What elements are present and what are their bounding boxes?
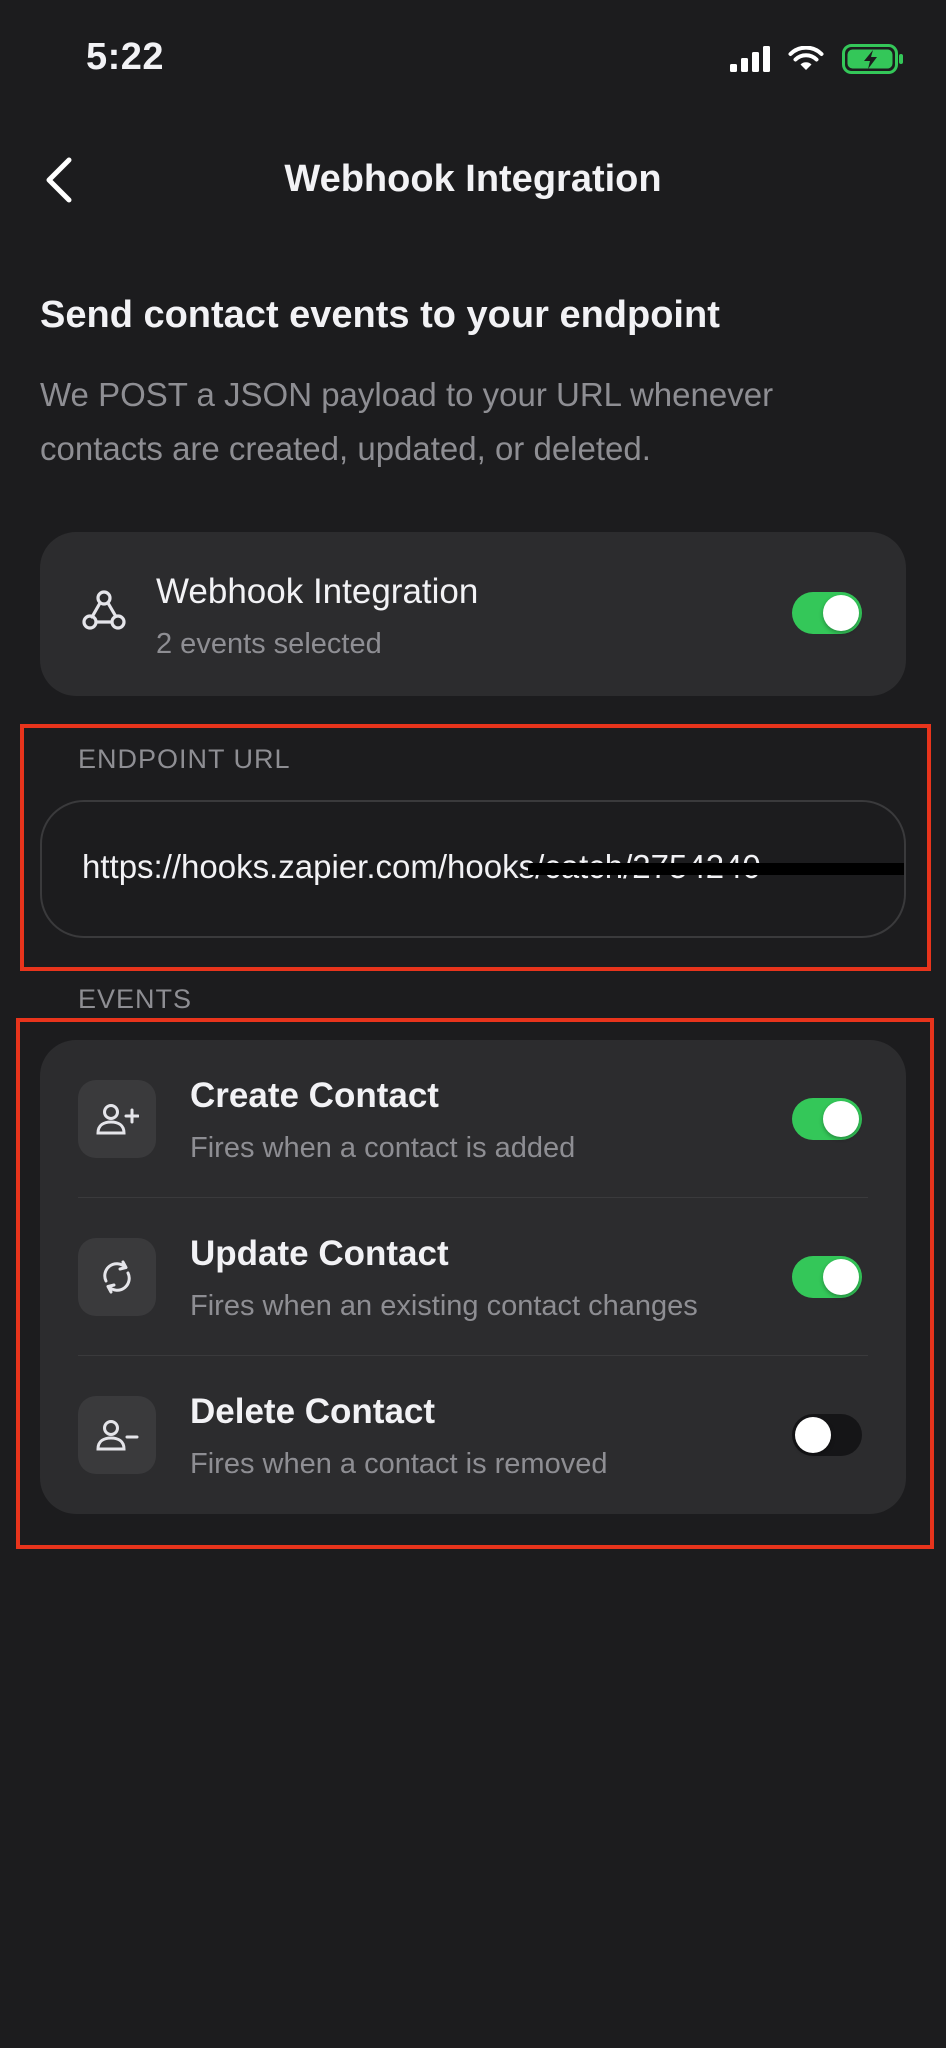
- toggle-knob: [823, 595, 859, 631]
- integration-toggle[interactable]: [792, 592, 862, 634]
- update-contact-toggle[interactable]: [792, 1256, 862, 1298]
- create-contact-toggle[interactable]: [792, 1098, 862, 1140]
- section-description: We POST a JSON payload to your URL whene…: [40, 376, 774, 467]
- cellular-signal-icon: [730, 46, 770, 72]
- event-row-delete-contact[interactable]: Delete Contact Fires when a contact is r…: [40, 1356, 906, 1514]
- nav-bar: Webhook Integration: [0, 140, 946, 220]
- event-row-create-contact[interactable]: Create Contact Fires when a contact is a…: [40, 1040, 906, 1198]
- integration-subtitle: 2 events selected: [156, 628, 382, 660]
- refresh-icon: [103, 1260, 131, 1294]
- toggle-knob: [795, 1417, 831, 1453]
- section-heading: Send contact events to your endpoint: [40, 294, 720, 336]
- status-time: 5:22: [86, 36, 165, 78]
- person-add-icon: [96, 1104, 139, 1135]
- toggle-knob: [823, 1101, 859, 1137]
- events-label: EVENTS: [78, 984, 193, 1014]
- event-icon-box: [78, 1396, 156, 1474]
- event-icon-box: [78, 1080, 156, 1158]
- redaction-mark: [528, 863, 904, 875]
- event-title: Update Contact: [190, 1234, 449, 1273]
- status-icons: [730, 44, 904, 74]
- integration-card: Webhook Integration 2 events selected: [40, 532, 906, 696]
- battery-charging-icon: [842, 44, 903, 74]
- toggle-knob: [823, 1259, 859, 1295]
- event-subtitle: Fires when an existing contact changes: [190, 1290, 698, 1322]
- delete-contact-toggle[interactable]: [792, 1414, 862, 1456]
- integration-title: Webhook Integration: [156, 572, 479, 611]
- event-title: Delete Contact: [190, 1392, 436, 1431]
- event-subtitle: Fires when a contact is removed: [190, 1448, 608, 1480]
- status-bar: 5:22: [0, 0, 946, 110]
- event-icon-box: [78, 1238, 156, 1316]
- page-title: Webhook Integration: [284, 158, 662, 200]
- events-card: Create Contact Fires when a contact is a…: [40, 1040, 906, 1514]
- event-row-update-contact[interactable]: Update Contact Fires when an existing co…: [40, 1198, 906, 1356]
- webhook-icon: [82, 590, 126, 630]
- event-title: Create Contact: [190, 1076, 439, 1115]
- endpoint-url-input[interactable]: https://hooks.zapier.com/hooks/catch/275…: [40, 800, 906, 938]
- event-subtitle: Fires when a contact is added: [190, 1132, 576, 1164]
- endpoint-url-label: ENDPOINT URL: [78, 744, 291, 774]
- person-remove-icon: [96, 1420, 139, 1451]
- wifi-icon: [788, 46, 824, 70]
